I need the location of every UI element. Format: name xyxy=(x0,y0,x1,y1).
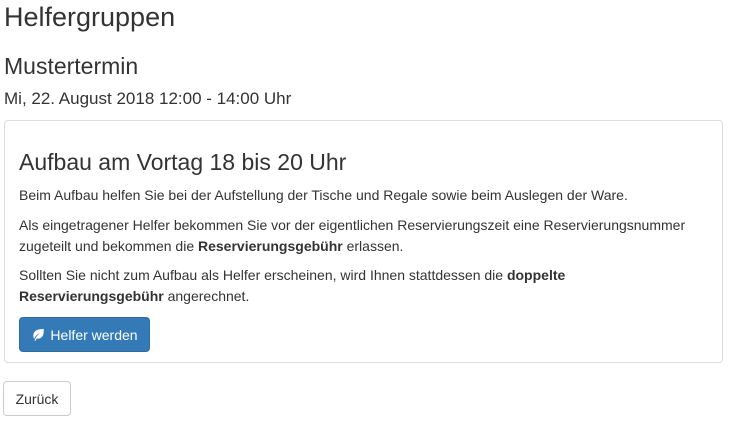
event-title: Mustertermin xyxy=(4,53,139,79)
helper-group-title: Aufbau am Vortag 18 bis 20 Uhr xyxy=(19,149,347,175)
page-title: Helfergruppen xyxy=(4,2,176,32)
event-datetime: Mi, 22. August 2018 12:00 - 14:00 Uhr xyxy=(4,89,292,108)
penalty-text-2: angerechnet. xyxy=(163,288,250,304)
helper-group-description: Beim Aufbau helfen Sie bei der Aufstellu… xyxy=(19,187,628,203)
page: Helfergruppen Mustertermin Mi, 22. Augus… xyxy=(0,0,732,424)
helper-group-penalty: Sollten Sie nicht zum Aufbau als Helfer … xyxy=(19,265,709,307)
become-helper-button[interactable]: Helfer werden xyxy=(19,317,150,352)
benefit-text-2: erlassen. xyxy=(342,238,404,254)
leaf-icon xyxy=(31,328,45,342)
helper-group-benefit: Als eingetragener Helfer bekommen Sie vo… xyxy=(19,215,709,257)
penalty-text-1: Sollten Sie nicht zum Aufbau als Helfer … xyxy=(19,267,507,283)
back-button[interactable]: Zurück xyxy=(3,381,71,416)
become-helper-label: Helfer werden xyxy=(50,326,138,343)
benefit-text-bold: Reservierungsgebühr xyxy=(198,238,343,254)
helper-group-panel: Aufbau am Vortag 18 bis 20 Uhr Beim Aufb… xyxy=(4,120,723,363)
